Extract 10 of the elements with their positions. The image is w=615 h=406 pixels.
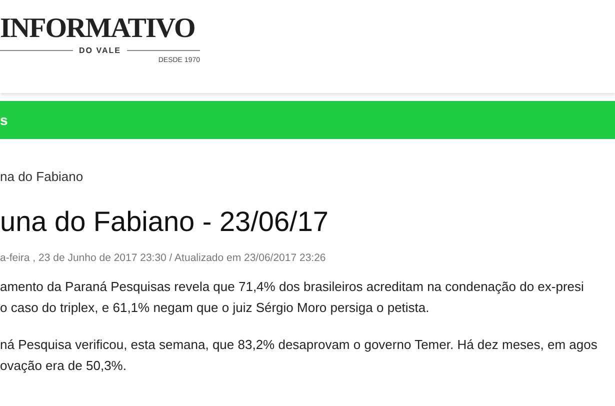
paragraph-line: o caso do triplex, e 61,1% negam que o juiz Sérgio Moro persiga o petista. [0, 299, 430, 316]
logo-name: INFORMATIVO [0, 12, 195, 46]
paragraph-line: ná Pesquisa verificou, esta semana, que 83,2% desaprovam o governo Temer. Há dez meses, em agos [0, 336, 598, 353]
logo-subtitle: DO VALE [79, 46, 121, 55]
article-meta: a-feira , 23 de Junho de 2017 23:30 / Atualizado em 23/06/2017 23:26 [0, 252, 327, 264]
paragraph-line: amento da Paraná Pesquisas revela que 71,4% dos brasileiros acreditam na condenação do ex-presi [0, 278, 585, 295]
paragraph-line: ovação era de 50,3%. [0, 357, 128, 374]
breadcrumb: na do Fabiano [0, 169, 84, 184]
nav-link[interactable]: s [0, 112, 8, 128]
article-title: una do Fabiano - 23/06/17 [0, 206, 330, 238]
